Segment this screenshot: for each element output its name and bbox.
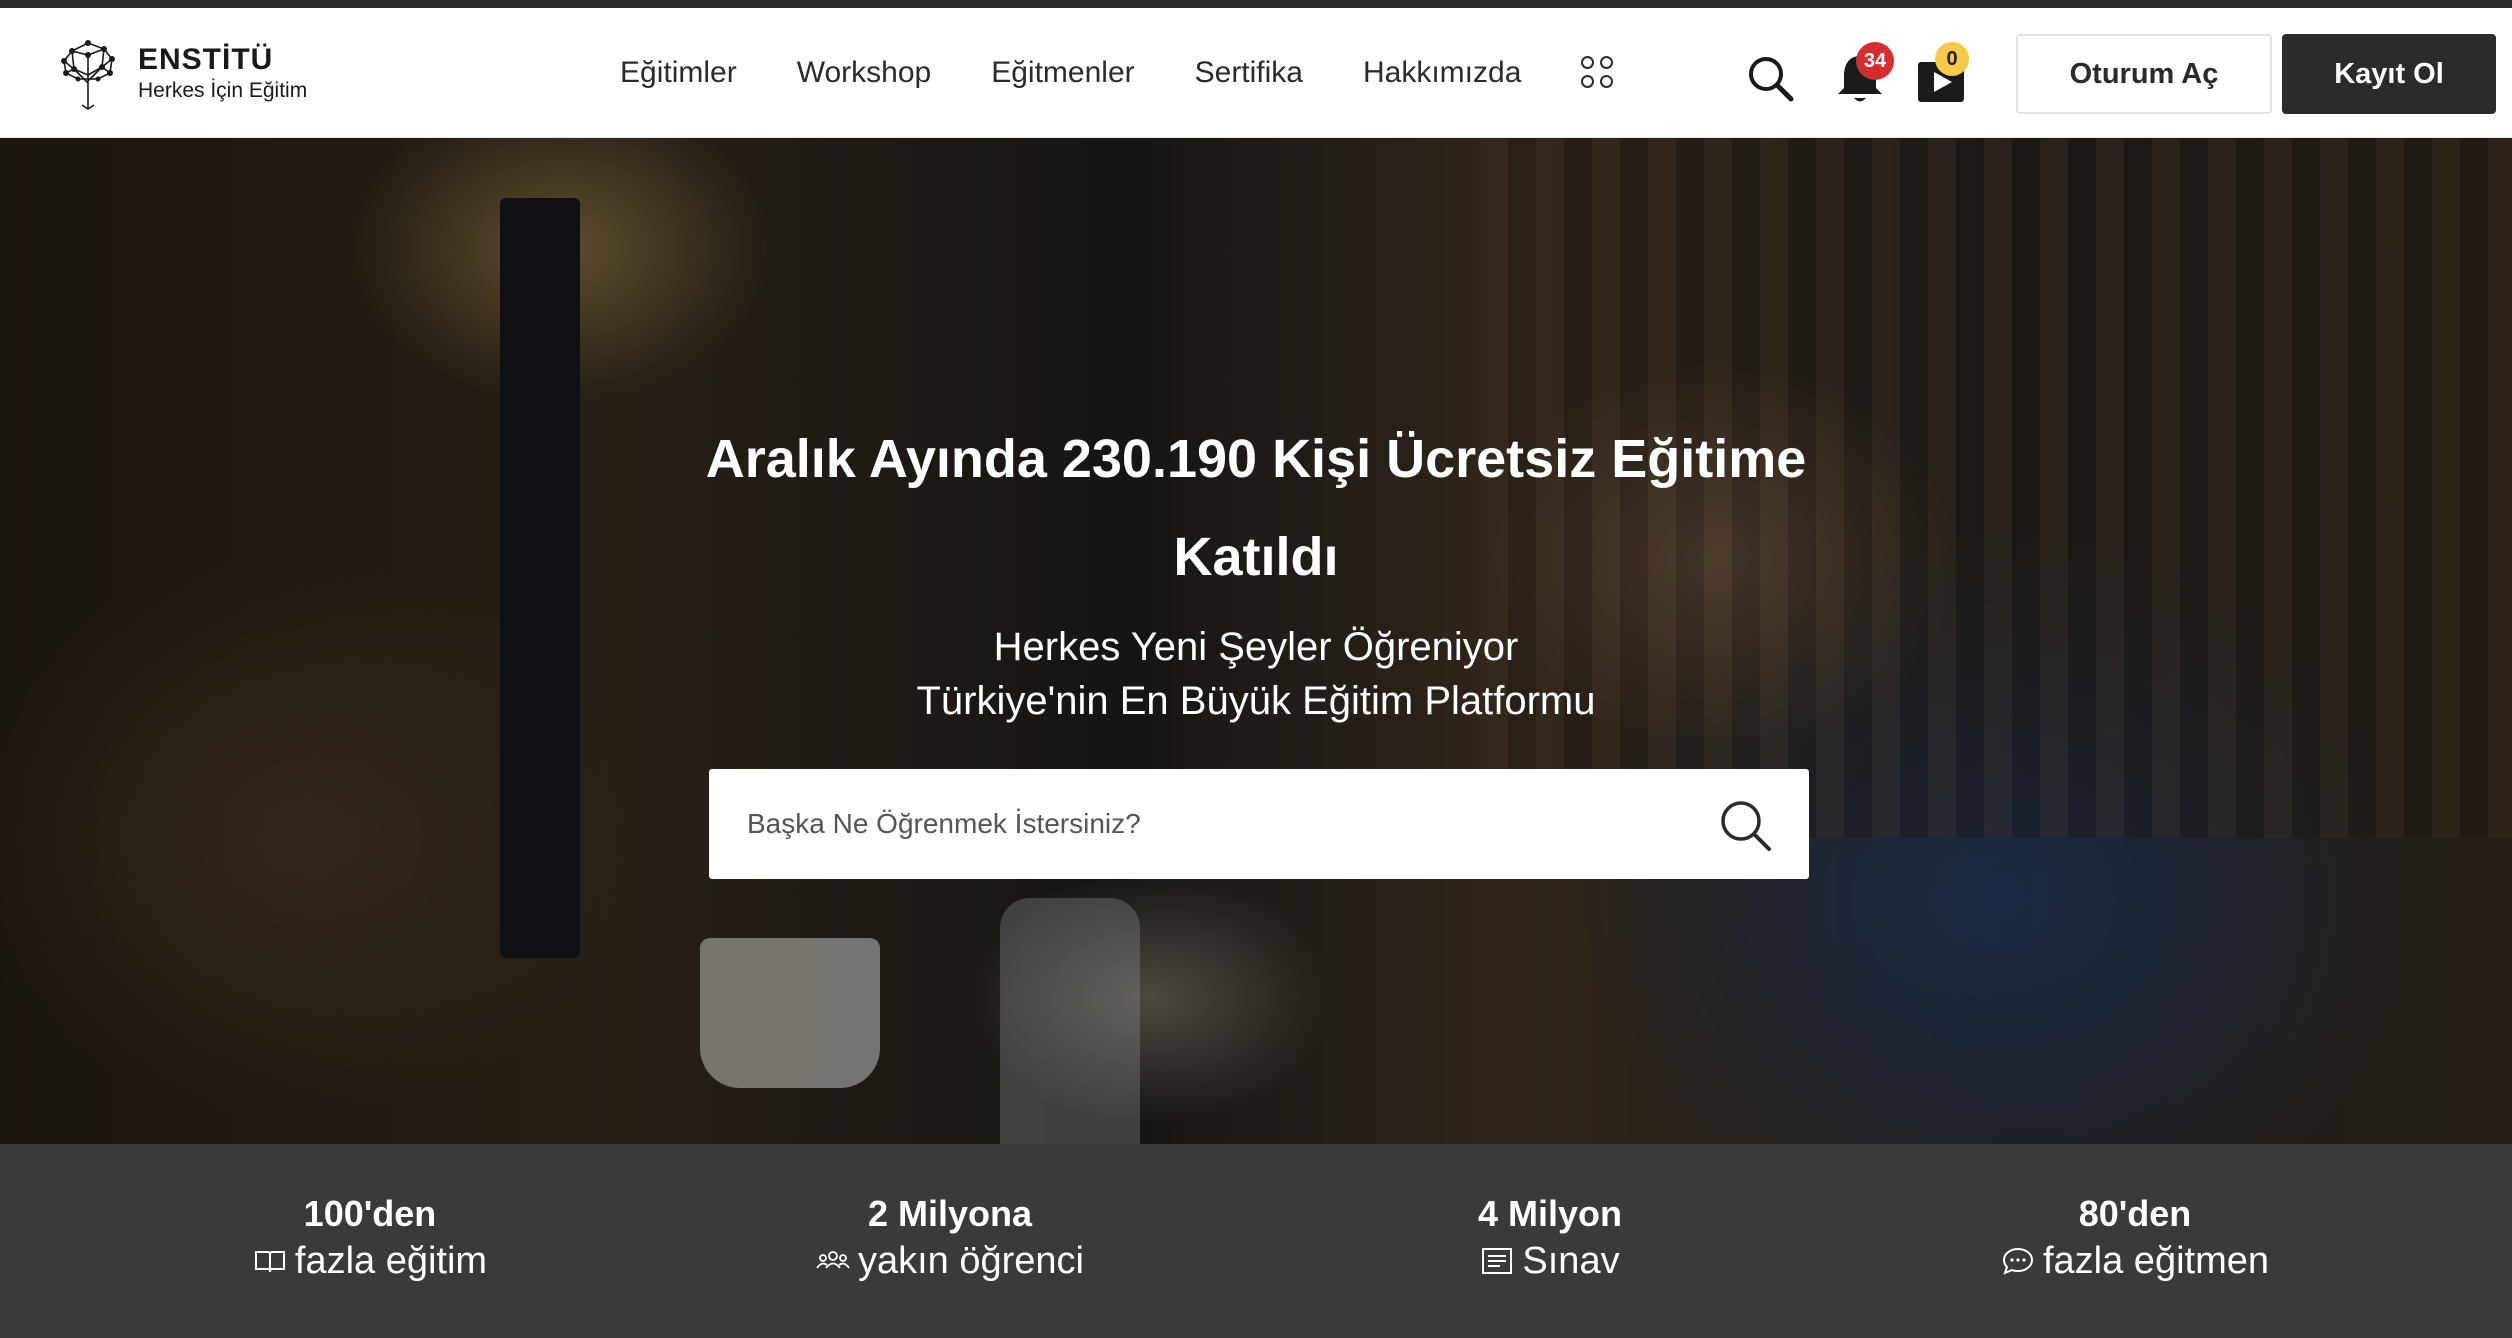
hero-search-input[interactable] <box>747 769 1647 879</box>
stat-instructors: 80'den fazla eğitmen <box>1940 1192 2330 1286</box>
signup-button[interactable]: Kayıt Ol <box>2282 34 2496 114</box>
video-badge: 0 <box>1935 42 1969 76</box>
tree-logo-icon <box>61 40 115 110</box>
hero-title: Aralık Ayında 230.190 Kişi Ücretsiz Eğit… <box>656 410 1856 606</box>
users-icon <box>816 1251 850 1269</box>
main-nav: Eğitimler Workshop Eğitmenler Sertifika … <box>620 8 1615 138</box>
nav-item-sertifika[interactable]: Sertifika <box>1195 56 1303 90</box>
login-button[interactable]: Oturum Aç <box>2016 34 2272 114</box>
logo[interactable]: ENSTİTÜ Herkes İçin Eğitim <box>52 30 307 116</box>
brand-name: ENSTİTÜ <box>138 43 274 76</box>
stat-students: 2 Milyona yakın öğrenci <box>760 1192 1140 1286</box>
stat-label: fazla eğitmen <box>2042 1240 2269 1282</box>
stat-number: 80'den <box>2078 1193 2192 1234</box>
stat-label: Sınav <box>1522 1240 1620 1282</box>
nav-item-egitimler[interactable]: Eğitimler <box>620 56 737 90</box>
stat-number: 100'den <box>303 1193 437 1234</box>
stat-number: 2 Milyona <box>867 1193 1033 1234</box>
hero-search-icon[interactable] <box>1717 797 1773 853</box>
nav-item-hakkimizda[interactable]: Hakkımızda <box>1363 56 1521 90</box>
stat-label: yakın öğrenci <box>857 1240 1084 1282</box>
hero-search-box <box>709 769 1809 879</box>
chat-icon <box>2002 1247 2033 1275</box>
nav-item-workshop[interactable]: Workshop <box>797 56 932 90</box>
stat-label: fazla eğitim <box>294 1240 488 1282</box>
brand-tagline: Herkes İçin Eğitim <box>138 79 308 102</box>
hero-title-line1: Aralık Ayında 230.190 Kişi Ücretsiz Eğit… <box>705 429 1807 489</box>
stat-number: 4 Milyon <box>1477 1193 1623 1234</box>
book-icon <box>254 1251 285 1273</box>
apps-grid-icon[interactable] <box>1581 56 1615 90</box>
stat-exams: 4 Milyon Sınav <box>1360 1192 1740 1286</box>
top-strip <box>0 0 2512 8</box>
site-header: ENSTİTÜ Herkes İçin Eğitim Eğitimler Wor… <box>0 8 2512 138</box>
stats-bar: 100'den fazla eğitim 2 Milyona yakın öğr… <box>0 1144 2512 1338</box>
exam-icon <box>1482 1248 1513 1274</box>
hero-title-line2: Katıldı <box>1173 527 1339 587</box>
notification-badge: 34 <box>1856 42 1894 80</box>
hero-subtitle: Herkes Yeni Şeyler Öğreniyor Türkiye'nin… <box>656 620 1856 728</box>
search-icon[interactable] <box>1746 54 1794 102</box>
hero-subtitle-line1: Herkes Yeni Şeyler Öğreniyor <box>993 625 1519 669</box>
stat-trainings: 100'den fazla eğitim <box>180 1192 560 1286</box>
hero-section: Aralık Ayında 230.190 Kişi Ücretsiz Eğit… <box>0 138 2512 1144</box>
hero-subtitle-line2: Türkiye'nin En Büyük Eğitim Platformu <box>916 679 1596 723</box>
nav-item-egitmenler[interactable]: Eğitmenler <box>991 56 1134 90</box>
